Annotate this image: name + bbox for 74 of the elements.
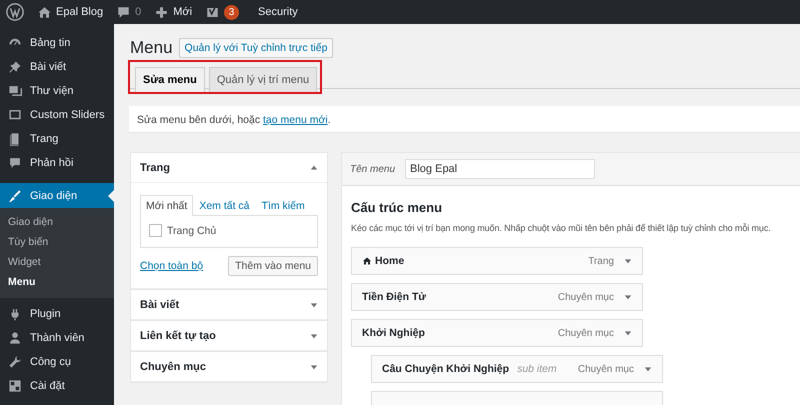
wordpress-logo-icon[interactable] [6,3,24,21]
sidebar-item[interactable]: Bảng tin [0,31,114,55]
settings-icon [8,379,22,393]
slides-icon [8,108,22,122]
nav-tab[interactable]: Quản lý vị trí menu [208,67,318,92]
expand-arrow-icon[interactable] [624,329,632,337]
comment-count[interactable]: 0 [135,6,142,18]
menu-item-type: Trang [588,256,614,266]
sidebar-item[interactable]: Cài đặt [0,374,114,398]
accordion-header[interactable]: Liên kết tự tạo [131,321,327,351]
panel-tab[interactable]: Tìm kiếm [256,195,311,216]
menu-structure-item[interactable]: Khởi Nghiệp Chuyên mục [351,319,643,347]
menu-structure-item[interactable]: Câu Chuyện Khởi Nghiệp sub item Chuyên mục [371,355,663,383]
plus-icon [154,4,170,20]
menu-item-title: Home [375,255,404,267]
submenu-item[interactable]: Giao diện [0,214,114,234]
add-to-menu-button[interactable]: Thêm vào menu [228,256,318,276]
accordion-header[interactable]: Bài viết [131,290,327,320]
panel-tab[interactable]: Xem tất cả [193,195,256,216]
menu-item-title: Khởi Nghiệp [362,327,425,339]
sidebar-item[interactable]: Thành viên [0,326,114,350]
checkbox[interactable] [149,224,162,237]
sidebar-item[interactable]: Phản hồi [0,151,114,175]
menu-name-field[interactable]: Blog Epal [405,159,596,179]
expand-arrow-icon [310,300,318,308]
expand-arrow-icon[interactable] [624,293,632,301]
structure-heading: Cấu trúc menu [351,200,444,215]
expand-arrow-icon[interactable] [624,257,632,265]
accordion-header[interactable]: Trang [131,153,327,183]
pin-icon [8,60,22,74]
menu-item-title: Tiền Điện Tử [362,291,426,303]
notice-text: Sửa menu bên dưới, hoặc tạo menu mới. [137,114,331,126]
new-link[interactable]: Mới [173,6,192,18]
customize-button[interactable]: Quản lý với Tuỳ chỉnh trực tiếp [178,38,334,58]
site-name-link[interactable]: Epal Blog [56,6,104,18]
menu-item-title: Câu Chuyện Khởi Nghiệp [382,363,510,375]
comment-icon [116,4,132,20]
media-icon [8,84,22,98]
menu-item-type: Chuyên mục [558,328,614,338]
menu-item-type: Chuyên mục [578,364,634,374]
menu-item-type: Chuyên mục [558,292,614,302]
sub-item-note: sub item [517,363,557,375]
accordion-header[interactable]: Chuyên mục [131,352,327,382]
expand-arrow-icon[interactable] [644,365,652,373]
expand-arrow-icon [310,362,318,370]
home-icon [37,4,52,20]
menu-structure-item[interactable]: Tiền Điện Tử Chuyên mục [351,283,643,311]
submenu-item[interactable]: Widget [0,254,114,274]
checkbox-label: Trang Chủ [167,224,216,236]
user-icon [8,331,22,345]
sidebar-item[interactable]: Công cụ [0,350,114,374]
sidebar-item[interactable]: Thư viện [0,79,114,103]
menu-name-label: Tên menu [350,164,396,174]
sidebar-item[interactable]: Plugin [0,302,114,326]
sidebar-item[interactable]: Custom Sliders [0,103,114,127]
expand-arrow-icon [310,332,318,340]
sidebar-item[interactable]: Giao diện [0,183,114,208]
submenu-item[interactable]: Menu [0,274,114,294]
security-link[interactable]: Security [258,6,298,18]
submenu-item[interactable]: Tùy biến [0,234,114,254]
menu-structure-item[interactable]: Home Trang [351,247,643,275]
page-title: Menu [130,38,173,58]
notification-badge: 3 [224,4,240,20]
wrench-icon [8,355,22,369]
select-all-link[interactable]: Chọn toàn bộ [140,260,204,272]
comment-icon [8,156,22,170]
collapse-arrow-icon [310,164,318,172]
panel-tab[interactable]: Mới nhất [140,195,194,216]
create-menu-link[interactable]: tạo menu mới [263,114,328,126]
brush-icon [8,188,22,202]
structure-hint: Kéo các mục tới vị trí bạn mong muốn. Nhấp chuột vào mũi tên bên phải để thiết lập tuỳ chỉnh cho mỗi mục. [351,223,772,233]
sidebar-item[interactable]: Bài viết [0,55,114,79]
sidebar-item[interactable]: Trang [0,127,114,151]
nav-tab[interactable]: Sửa menu [135,67,205,92]
